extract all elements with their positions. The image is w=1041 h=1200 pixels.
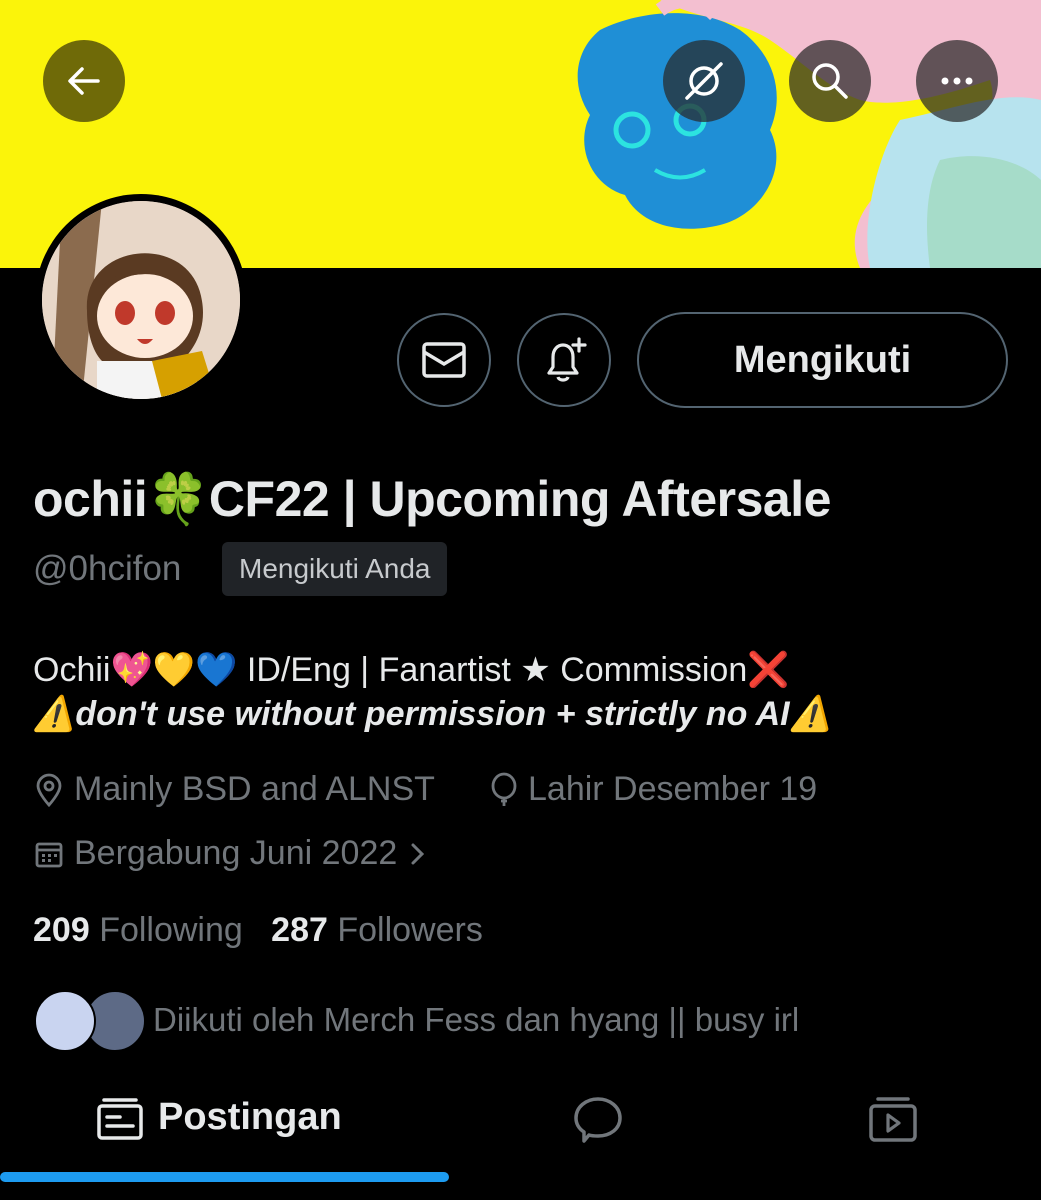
more-button[interactable] <box>916 40 998 122</box>
posts-tab-icon <box>97 1098 143 1140</box>
grok-icon <box>685 62 723 100</box>
more-icon <box>941 77 973 85</box>
following-button[interactable]: Mengikuti <box>637 312 1008 408</box>
follow-stats: 209 Following 287 Followers <box>33 911 483 950</box>
bio-line-2: ⚠️don't use without permission + strictl… <box>33 695 832 733</box>
bell-plus-icon <box>547 337 587 382</box>
notify-button[interactable] <box>517 313 611 407</box>
search-icon <box>812 63 848 99</box>
arrow-left-icon <box>68 67 100 95</box>
chevron-right-icon <box>411 843 425 864</box>
followers-link[interactable]: 287 Followers <box>271 911 483 949</box>
profile-avatar[interactable] <box>35 194 247 406</box>
active-tab-indicator <box>0 1172 449 1182</box>
following-label: Following <box>99 911 243 949</box>
followers-label: Followers <box>337 911 483 949</box>
balloon-icon <box>491 772 517 806</box>
follower-avatar-1 <box>34 990 96 1052</box>
media-tab-icon[interactable] <box>868 1096 918 1144</box>
grok-button[interactable] <box>663 40 745 122</box>
followed-by-text[interactable]: Diikuti oleh Merch Fess dan hyang || bus… <box>153 1001 799 1039</box>
location-text: Mainly BSD and ALNST <box>74 770 435 808</box>
message-button[interactable] <box>397 313 491 407</box>
following-link[interactable]: 209 Following <box>33 911 243 949</box>
tab-posts[interactable]: Postingan <box>158 1096 342 1139</box>
profile-bio: Ochii💖💛💙 ID/Eng | Fanartist ★ Commission… <box>33 648 832 736</box>
mail-icon <box>422 342 466 378</box>
display-name: ochii🍀CF22 | Upcoming Aftersale <box>33 471 831 527</box>
location-row: Mainly BSD and ALNST <box>34 770 435 809</box>
replies-tab-icon[interactable] <box>572 1095 624 1145</box>
birthday-text: Lahir Desember 19 <box>528 770 818 808</box>
avatar-image <box>42 201 240 399</box>
calendar-icon <box>35 842 63 867</box>
location-pin-icon <box>36 773 62 807</box>
profile-handle: @0hcifon <box>33 549 182 588</box>
follows-you-badge: Mengikuti Anda <box>222 542 448 596</box>
back-button[interactable] <box>43 40 125 122</box>
following-count: 209 <box>33 911 90 949</box>
joined-text: Bergabung Juni 2022 <box>74 834 398 872</box>
joined-row[interactable]: Bergabung Juni 2022 <box>34 834 429 873</box>
search-button[interactable] <box>789 40 871 122</box>
bio-line-1: Ochii💖💛💙 ID/Eng | Fanartist ★ Commission… <box>33 651 790 689</box>
birthday-row: Lahir Desember 19 <box>490 770 817 809</box>
followers-count: 287 <box>271 911 328 949</box>
